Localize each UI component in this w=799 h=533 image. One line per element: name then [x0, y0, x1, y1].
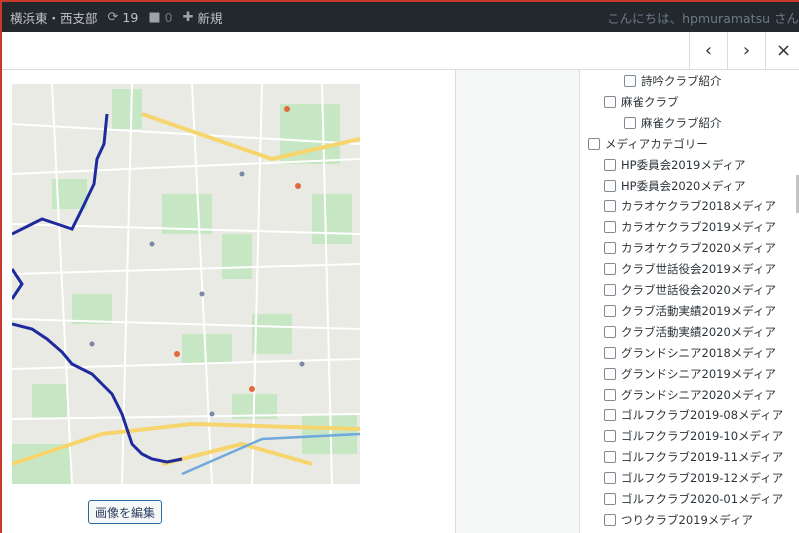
comments-count: 0: [164, 9, 173, 25]
category-item[interactable]: ゴルフクラブ2020-01メディア: [604, 489, 783, 509]
attachment-media-view: 画像を編集: [2, 70, 455, 533]
site-name-label: 横浜東・西支部: [10, 10, 98, 26]
category-label: グランドシニア2018メディア: [621, 345, 776, 360]
category-item[interactable]: 麻雀クラブ: [604, 92, 679, 112]
category-item[interactable]: ゴルフクラブ2019-10メディア: [604, 426, 783, 446]
category-item[interactable]: つりクラブ2019メディア: [604, 510, 753, 530]
category-label: ゴルフクラブ2019-12メディア: [621, 471, 784, 486]
category-label: グランドシニア2019メディア: [621, 366, 776, 381]
category-checkbox[interactable]: [604, 493, 616, 505]
category-label: HP委員会2020メディア: [621, 178, 746, 193]
close-modal-button[interactable]: ×: [765, 32, 799, 69]
category-item[interactable]: 詩吟クラブ紹介: [624, 71, 722, 91]
site-name-link[interactable]: 横浜東・西支部: [10, 8, 98, 27]
category-checkbox[interactable]: [604, 430, 616, 443]
category-label: つりクラブ2019メディア: [621, 512, 753, 527]
category-label: カラオケクラブ2018メディア: [621, 199, 776, 214]
category-checkbox[interactable]: [604, 367, 616, 380]
greeting-text: こんにちは、hpmuramatsu さん: [607, 10, 799, 26]
comments-link[interactable]: ■ 0: [148, 10, 172, 25]
comment-icon: ■: [148, 9, 161, 25]
category-item[interactable]: カラオケクラブ2018メディア: [604, 196, 776, 216]
category-checkbox[interactable]: [604, 200, 616, 213]
category-checkbox[interactable]: [624, 116, 636, 129]
media-category-checklist: 詩吟クラブ紹介麻雀クラブ麻雀クラブ紹介メディアカテゴリー HP委員会2019メディ…: [579, 70, 799, 533]
category-label: カラオケクラブ2019メディア: [621, 220, 776, 235]
category-item[interactable]: 麻雀クラブ紹介: [624, 113, 722, 133]
category-label: グランドシニア2020メディア: [621, 387, 776, 402]
category-label: 詩吟クラブ紹介: [641, 74, 722, 88]
category-item[interactable]: HP委員会2020メディア: [604, 176, 746, 196]
edit-image-button[interactable]: 画像を編集: [88, 500, 162, 524]
next-attachment-button[interactable]: ›: [727, 32, 765, 69]
category-item[interactable]: カラオケクラブ2019メディア: [604, 217, 776, 237]
category-label: 麻雀クラブ: [621, 94, 679, 109]
edit-image-label: 画像を編集: [94, 505, 155, 520]
category-checkbox[interactable]: [604, 409, 616, 422]
updates-link[interactable]: ⟳ 19: [108, 10, 139, 25]
new-content-label: 新規: [197, 10, 223, 26]
category-item[interactable]: クラブ世話役会2019メディア: [604, 259, 776, 279]
category-label: クラブ世話役会2019メディア: [621, 262, 776, 277]
map-image: [12, 84, 360, 484]
category-label: クラブ世話役会2020メディア: [621, 283, 776, 297]
updates-count: 19: [122, 9, 139, 25]
account-greeting[interactable]: こんにちは、hpmuramatsu さん: [607, 2, 799, 32]
category-item[interactable]: ゴルフクラブ2019-12メディア: [604, 468, 783, 488]
category-checkbox[interactable]: [604, 346, 616, 359]
category-checkbox[interactable]: [604, 158, 616, 171]
category-label: HP委員会2019メディア: [621, 157, 746, 172]
modal-header: ‹ › ×: [2, 32, 799, 70]
category-item[interactable]: ゴルフクラブ2019-08メディア: [604, 405, 783, 425]
category-item[interactable]: カラオケクラブ2020メディア: [604, 238, 776, 258]
updates-icon: ⟳: [107, 9, 119, 25]
category-label: クラブ活動実績2019メディア: [621, 303, 776, 318]
category-label: ゴルフクラブ2020-01メディア: [621, 492, 784, 506]
category-label: カラオケクラブ2020メディア: [621, 241, 776, 256]
category-checkbox[interactable]: [604, 388, 616, 401]
category-checkbox[interactable]: [604, 304, 616, 317]
close-icon: ×: [775, 40, 792, 61]
category-checkbox[interactable]: [604, 263, 616, 276]
category-item[interactable]: クラブ活動実績2020メディア: [604, 322, 776, 342]
category-item[interactable]: クラブ活動実績2019メディア: [604, 301, 776, 321]
previous-attachment-button[interactable]: ‹: [689, 32, 727, 69]
map-graphic: [12, 84, 360, 484]
category-checkbox[interactable]: [604, 325, 616, 338]
category-checkbox[interactable]: [604, 284, 616, 296]
category-label: ゴルフクラブ2019-08メディア: [621, 408, 784, 423]
category-checkbox[interactable]: [604, 221, 616, 234]
admin-bar: 横浜東・西支部 ⟳ 19 ■ 0 ✚ 新規 こんにちは、hpmuramatsu …: [0, 0, 799, 32]
category-checkbox[interactable]: [588, 137, 600, 150]
category-item[interactable]: クラブ世話役会2020メディア: [604, 280, 776, 300]
attachment-details-pane: [455, 70, 579, 533]
category-item[interactable]: グランドシニア2018メディア: [604, 343, 776, 363]
category-checkbox[interactable]: [604, 242, 616, 255]
category-checkbox[interactable]: [604, 472, 616, 485]
chevron-left-icon: ‹: [704, 40, 713, 61]
category-item[interactable]: ゴルフクラブ2019-11メディア: [604, 447, 783, 467]
chevron-right-icon: ›: [742, 40, 751, 61]
category-label: 麻雀クラブ紹介: [641, 115, 722, 130]
category-checkbox[interactable]: [624, 75, 636, 87]
category-label: ゴルフクラブ2019-10メディア: [621, 429, 784, 444]
category-checkbox[interactable]: [604, 451, 616, 464]
category-item[interactable]: グランドシニア2020メディア: [604, 385, 776, 405]
category-label: メディアカテゴリー: [605, 136, 708, 151]
category-checkbox[interactable]: [604, 95, 616, 108]
new-content-link[interactable]: ✚ 新規: [183, 8, 223, 27]
category-item[interactable]: グランドシニア2019メディア: [604, 364, 776, 384]
category-checkbox[interactable]: [604, 513, 616, 526]
category-label: クラブ活動実績2020メディア: [621, 324, 776, 339]
plus-icon: ✚: [182, 9, 194, 25]
category-item[interactable]: HP委員会2019メディア: [604, 155, 746, 175]
category-checkbox[interactable]: [604, 179, 616, 192]
category-item[interactable]: メディアカテゴリー: [588, 134, 708, 154]
category-label: ゴルフクラブ2019-11メディア: [621, 450, 784, 465]
